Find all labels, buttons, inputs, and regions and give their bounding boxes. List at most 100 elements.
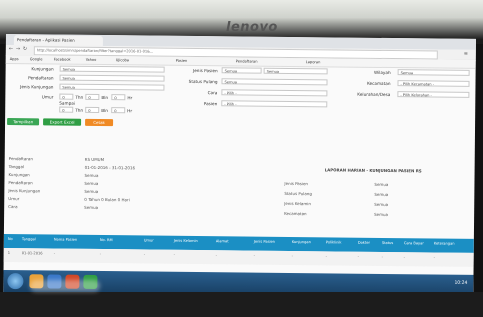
table-cell: - — [215, 253, 218, 258]
info-value: Semua — [84, 172, 99, 178]
system-tray: 10:24 — [454, 281, 467, 286]
info-label: Kunjungan — [8, 172, 30, 178]
export-excel-button[interactable]: Export Excel — [43, 118, 82, 126]
info-value: Semua — [374, 191, 389, 198]
status-pulang-select[interactable]: Semua — [221, 78, 328, 86]
cara-label: Cara — [207, 90, 218, 96]
column-header: Alamat — [215, 239, 229, 244]
column-header: Status — [381, 240, 394, 246]
tampilkan-button[interactable]: Tampilkan — [7, 118, 40, 126]
kunjungan-select[interactable]: Semua — [59, 65, 165, 73]
kecamatan-label: Kecamatan — [366, 80, 391, 87]
wilayah-select[interactable]: Semua — [397, 69, 470, 76]
umur-to-hari[interactable]: 0 — [111, 107, 126, 114]
bookmark-item[interactable]: Yahoo — [86, 56, 97, 64]
kelurahan-select[interactable]: - Pilih Kelurahan - — [397, 91, 470, 98]
jenis-pasien-sub-select[interactable]: Semua — [263, 67, 328, 75]
brand-logo: lenovo — [226, 20, 278, 35]
bookmark-item[interactable]: Ujicoba — [116, 56, 129, 64]
jenis-pasien-label: Jenis Pasien — [192, 67, 218, 74]
report-info: Pendaftaran RS UMUM Tanggal 01-01-2016 -… — [4, 154, 475, 239]
menu-icon[interactable]: ≡ — [464, 51, 468, 57]
cetak-button[interactable]: Cetak — [85, 118, 114, 127]
bookmark-item[interactable]: Pasien — [176, 57, 188, 65]
reload-icon[interactable]: ↻ — [23, 46, 27, 52]
filter-form: Kunjungan Semua Pendaftaran Semua Jenis … — [5, 63, 476, 148]
bookmark-item[interactable]: Pendaftaran — [236, 57, 258, 65]
table-cell: - — [253, 253, 256, 258]
umur-from-bulan[interactable]: 0 — [85, 93, 100, 100]
umur-to-tahun[interactable]: 0 — [59, 106, 74, 113]
info-label: Status Pulang — [284, 190, 312, 197]
umur-unit: Bln — [101, 95, 109, 101]
info-value: Semua — [374, 201, 389, 208]
screen: Pendaftaran - Aplikasi Pasien ← → ↻ http… — [3, 34, 476, 297]
table-cell: - — [325, 254, 328, 259]
info-label: Pendaftaran — [8, 156, 33, 162]
info-label: Cara — [8, 204, 18, 210]
info-value: 01-01-2016 - 31-01-2016 — [84, 164, 136, 171]
column-header: Jenis Kelamin — [173, 238, 198, 244]
info-value: Semua — [84, 188, 99, 194]
table-cell: - — [99, 251, 102, 257]
bookmark-item[interactable]: Laporan — [306, 58, 321, 66]
kecamatan-select[interactable]: - Pilih Kecamatan - — [397, 80, 470, 87]
umur-unit: Thn — [75, 94, 84, 100]
bookmark-item[interactable]: Google — [30, 55, 43, 63]
table-cell: - — [53, 251, 56, 256]
report-title: LAPORAN HARIAN - KUNJUNGAN PASIEN RS — [324, 167, 422, 174]
pendaftaran-label: Pendaftaran — [28, 75, 54, 81]
keyboard-area — [0, 292, 483, 317]
umur-from-tahun[interactable]: 0 — [59, 93, 74, 100]
column-header: Dokter — [357, 240, 371, 245]
info-value: Semua — [374, 211, 389, 218]
column-header: Tanggal — [21, 237, 36, 242]
clock: 10:24 — [454, 280, 468, 286]
info-label: Pendaftaran — [8, 180, 33, 186]
column-header: No — [7, 237, 13, 242]
umur-unit: Bln — [101, 108, 108, 114]
column-header: Poliklinik — [325, 240, 342, 245]
column-header: Jenis Pasien — [253, 239, 275, 244]
umur-unit: Hr — [127, 108, 133, 114]
info-label: Tanggal — [8, 164, 25, 170]
start-button[interactable] — [7, 273, 24, 290]
info-label: Jenis Kelamin — [284, 200, 311, 207]
bookmark-item[interactable]: Apps — [10, 55, 19, 63]
jenis-kunjungan-select[interactable]: Semua — [59, 83, 165, 91]
table-cell: 1 — [7, 251, 11, 256]
column-header: Nama Pasien — [53, 237, 78, 242]
table-cell: 01-01-2016 — [21, 251, 43, 256]
glare — [30, 280, 100, 292]
back-icon[interactable]: ← — [9, 46, 13, 52]
jenis-pasien-select[interactable]: Semua — [221, 67, 262, 74]
info-value: 0 Tahun 0 Bulan 0 Hari — [84, 196, 130, 203]
table-cell: - — [433, 255, 436, 260]
umur-to-bulan[interactable]: 0 — [85, 106, 100, 113]
pendaftaran-select[interactable]: Semua — [59, 74, 165, 82]
info-value: Semua — [374, 181, 389, 188]
jenis-kunjungan-label: Jenis Kunjungan — [20, 84, 54, 90]
umur-from-hari[interactable]: 0 — [111, 94, 126, 101]
cara-select[interactable]: - Pilih - — [221, 89, 328, 97]
info-label: Kecamatan — [284, 210, 307, 217]
info-label: Jenis Kunjungan — [8, 188, 41, 194]
status-pulang-label: Status Pulang — [188, 78, 218, 85]
kelurahan-label: Kelurahan/Desa — [357, 91, 391, 98]
sampai-label: Sampai — [59, 100, 76, 106]
info-value: RS UMUM — [84, 156, 105, 163]
pasien-select[interactable]: - Pilih - — [221, 100, 328, 108]
forward-icon[interactable]: → — [16, 46, 20, 52]
umur-unit: Hr — [127, 95, 133, 101]
table-cell: - — [381, 254, 384, 259]
info-label: Jenis Pasien — [284, 180, 309, 187]
info-value: Semua — [84, 204, 99, 210]
wilayah-label: Wilayah — [373, 69, 391, 76]
info-value: Semua — [84, 180, 99, 186]
table-cell: - — [291, 254, 294, 259]
table-cell: - — [143, 252, 146, 257]
pasien-label: Pasien — [203, 101, 218, 107]
bookmark-item[interactable]: Facebook — [54, 56, 71, 64]
column-header: Umur — [143, 238, 154, 243]
table-cell: - — [357, 254, 360, 259]
